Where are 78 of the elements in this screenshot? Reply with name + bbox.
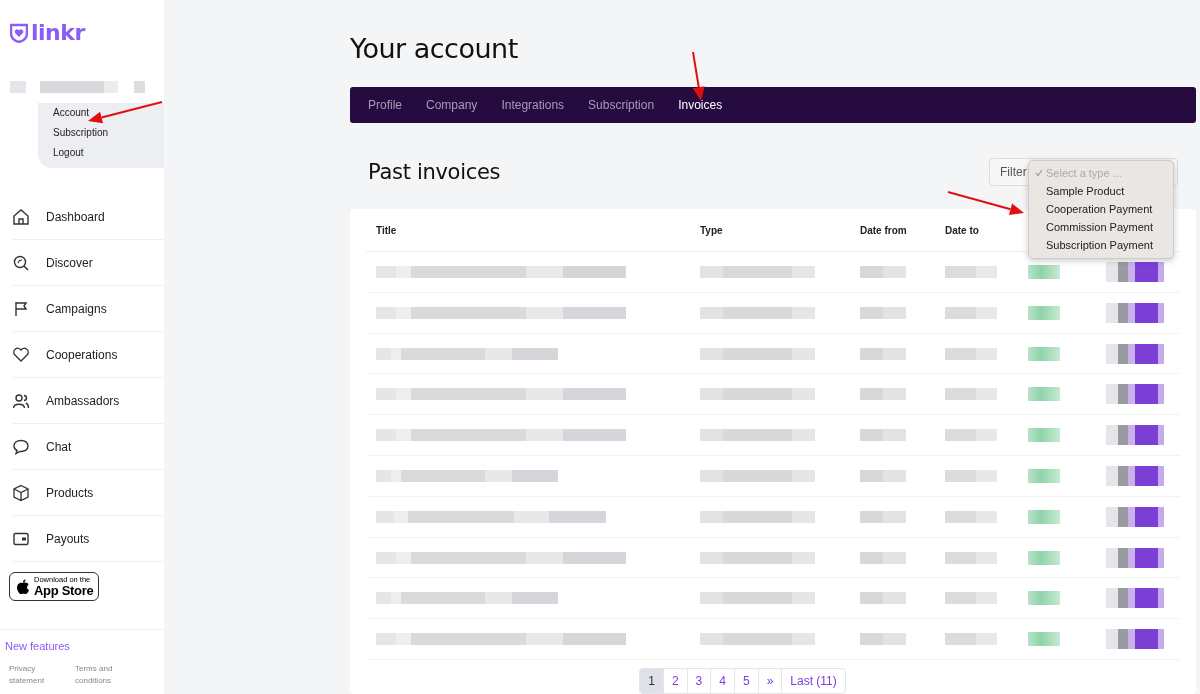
redacted-text <box>945 633 997 646</box>
redacted-text <box>860 388 906 401</box>
redacted-text <box>945 469 997 482</box>
status-badge <box>1028 591 1060 606</box>
action-button[interactable] <box>1106 343 1164 364</box>
column-header: Title <box>375 224 398 236</box>
redacted-text <box>945 592 997 605</box>
action-button[interactable] <box>1106 629 1164 650</box>
tab[interactable]: Profile <box>368 98 402 112</box>
status-badge <box>1028 550 1060 565</box>
redacted-text <box>945 265 997 278</box>
nav-icon <box>12 437 30 456</box>
dropdown-option[interactable]: Commission Payment <box>1035 218 1173 237</box>
page-button[interactable]: 5 <box>733 668 759 694</box>
footer-link[interactable]: Privacy statement <box>9 663 59 687</box>
nav-icon <box>12 299 30 318</box>
menu-item[interactable]: Account <box>53 106 90 120</box>
page-title: Your account <box>350 32 519 66</box>
status-badge <box>1028 632 1060 647</box>
action-button[interactable] <box>1106 547 1164 568</box>
action-button[interactable] <box>1106 465 1164 486</box>
dropdown-option[interactable]: Subscription Payment <box>1035 236 1173 255</box>
page-button[interactable]: 1 <box>639 668 664 694</box>
page-button[interactable]: Last (11) <box>781 668 846 694</box>
nav-icon <box>12 483 30 502</box>
redacted-text <box>945 429 997 442</box>
status-badge <box>1028 387 1060 402</box>
nav-icon <box>12 391 30 410</box>
checkmark-icon <box>1035 169 1043 178</box>
redacted-text <box>860 306 906 319</box>
action-button[interactable] <box>1106 425 1164 446</box>
status-badge <box>1028 346 1060 361</box>
nav-icon <box>12 345 30 364</box>
action-button[interactable] <box>1106 261 1164 282</box>
status-badge <box>1028 509 1060 524</box>
nav-icon <box>12 207 30 226</box>
new-features-link[interactable]: New features <box>5 640 70 652</box>
redacted-text <box>860 469 906 482</box>
nav-icon <box>12 253 30 272</box>
column-header: Date from <box>860 224 908 236</box>
status-badge <box>1028 428 1060 443</box>
redacted-text <box>860 347 906 360</box>
logo-text: linkr <box>31 21 85 45</box>
redacted-text <box>860 429 906 442</box>
apple-icon <box>16 578 30 595</box>
page-button[interactable]: 4 <box>710 668 735 694</box>
redacted-text <box>860 592 906 605</box>
tab[interactable]: Company <box>426 98 478 112</box>
annotation-arrow <box>692 51 705 101</box>
redacted-text <box>945 551 997 564</box>
tab[interactable]: Invoices <box>678 98 723 112</box>
redacted-text <box>945 347 997 360</box>
redacted-text <box>860 265 906 278</box>
tab[interactable]: Integrations <box>501 98 565 112</box>
redacted-text <box>945 510 997 523</box>
redacted-text <box>945 388 997 401</box>
logo-icon <box>10 23 28 43</box>
page-button[interactable]: 2 <box>662 668 688 694</box>
status-badge <box>1028 468 1060 483</box>
dropdown-option[interactable]: Sample Product <box>1035 182 1173 201</box>
menu-item[interactable]: Logout <box>53 146 84 160</box>
redacted-text <box>860 551 906 564</box>
redacted-text <box>860 633 906 646</box>
action-button[interactable] <box>1106 506 1164 527</box>
footer-link[interactable]: Terms and conditions <box>75 663 125 687</box>
redacted-text <box>945 306 997 319</box>
action-button[interactable] <box>1106 588 1164 609</box>
menu-item[interactable]: Subscription <box>53 126 109 140</box>
action-button[interactable] <box>1106 384 1164 405</box>
status-badge <box>1028 305 1060 320</box>
dropdown-option[interactable]: Cooperation Payment <box>1035 200 1173 219</box>
action-button[interactable] <box>1106 302 1164 323</box>
redacted-text <box>860 510 906 523</box>
tab[interactable]: Subscription <box>588 98 655 112</box>
section-title: Past invoices <box>368 160 501 185</box>
status-badge <box>1028 264 1060 279</box>
column-header: Type <box>700 224 724 236</box>
column-header: Date to <box>945 224 980 236</box>
